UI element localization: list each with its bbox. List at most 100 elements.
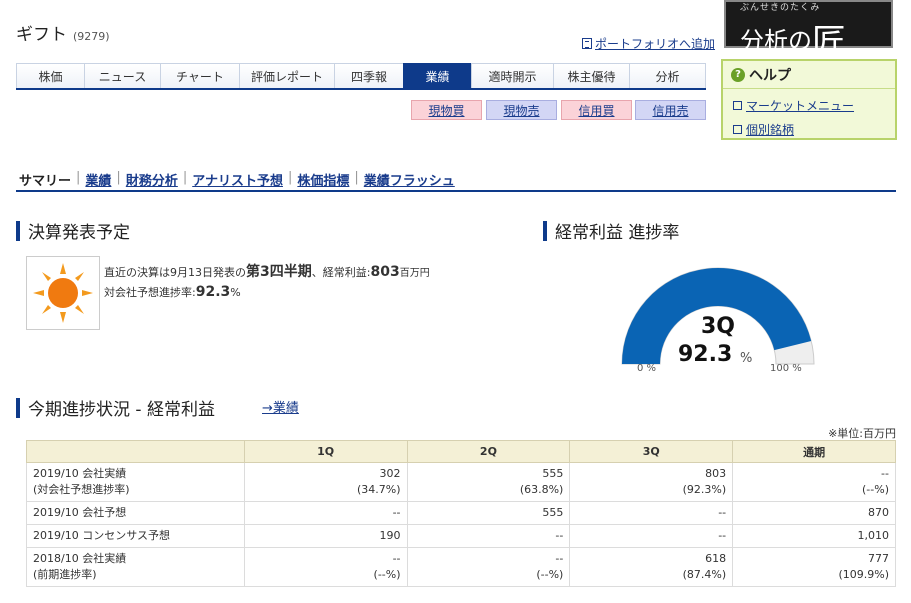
table-cell: -- (569, 501, 734, 525)
cell-rate: (92.3%) (682, 483, 727, 496)
cell-value: -- (555, 552, 564, 565)
row-label-main: 2019/10 コンセンサス予想 (33, 529, 170, 542)
table-cell: 1,010 (732, 524, 896, 548)
table-cell: 777 (109.9%) (732, 547, 896, 587)
row-label-main: 2018/10 会社実績 (33, 552, 127, 565)
table-row: 2018/10 会社実績 (前期進捗率) -- (--%) -- (--%) 618 (87.… (26, 547, 896, 587)
tab-chart[interactable]: チャート (160, 63, 239, 88)
tab-results[interactable]: 業績 (403, 63, 471, 88)
tab-shareholder-benefits[interactable]: 株主優待 (553, 63, 629, 88)
tab-news[interactable]: ニュース (84, 63, 160, 88)
table-cell: 555 (63.8%) (406, 462, 571, 502)
cell-rate: (34.7%) (357, 483, 401, 496)
heading-bar (16, 220, 20, 241)
table-header (26, 440, 245, 463)
row-label-sub: (対会社予想進捗率) (33, 483, 130, 496)
progress-table: 1Q 2Q 3Q 通期 2019/10 会社実績 (対会社予想進捗率) 302 (34… (26, 440, 896, 587)
row-label: 2019/10 会社予想 (26, 501, 245, 525)
help-title: ヘルプ (749, 67, 791, 84)
table-cell: -- (243, 501, 408, 525)
cell-rate: (87.4%) (682, 568, 727, 581)
announce-prefix: 直近の決算は9月13日発表の (104, 266, 246, 279)
progress-heading-text: 経常利益 進捗率 (555, 223, 680, 243)
question-icon: ? (731, 67, 745, 82)
logo-text: 分析の (740, 27, 812, 55)
help-link-label: 個別銘柄 (746, 123, 795, 137)
table-header-row: 1Q 2Q 3Q 通期 (26, 440, 896, 463)
table-row: 2019/10 会社予想 -- 555 -- 870 (26, 501, 896, 525)
add-portfolio-link[interactable]: ポートフォリオへ追加 (582, 35, 715, 52)
table-cell: 618 (87.4%) (569, 547, 734, 587)
row-label: 2019/10 会社実績 (対会社予想進捗率) (26, 462, 245, 502)
row-label: 2019/10 コンセンサス予想 (26, 524, 245, 548)
announce-period: 第3四半期 (246, 264, 312, 280)
tab-disclosure[interactable]: 適時開示 (471, 63, 553, 88)
add-portfolio-label: ポートフォリオへ追加 (595, 37, 716, 51)
table-cell: 302 (34.7%) (243, 462, 408, 502)
subnav-stock-indicators[interactable]: 株価指標 (292, 170, 354, 190)
unit-note: ※単位:百万円 (828, 427, 896, 440)
gauge-quarter: 3Q (700, 314, 735, 339)
cell-value: -- (392, 552, 401, 565)
portfolio-icon (582, 38, 592, 49)
cell-value: 618 (705, 552, 727, 565)
cell-value: -- (881, 467, 889, 480)
subnav-analyst-forecast[interactable]: アナリスト予想 (187, 170, 288, 190)
subnav-summary[interactable]: サマリー (16, 170, 76, 190)
progress-heading: 経常利益 進捗率 (543, 218, 679, 243)
help-box: ? ヘルプ マーケットメニュー 個別銘柄 (721, 59, 897, 140)
announce-rate-line: 対会社予想進捗率:92.3% (104, 284, 241, 300)
progress-gauge: 3Q 92.3 % 0 % 100 % (620, 262, 816, 378)
table-header: 1Q (243, 440, 408, 463)
cell-rate: (109.9%) (838, 568, 889, 581)
table-header: 2Q (406, 440, 571, 463)
announce-rate-unit: % (230, 286, 241, 299)
tab-shikiho[interactable]: 四季報 (334, 63, 403, 88)
window-icon (733, 125, 742, 134)
cell-value: 302 (379, 467, 401, 480)
cell-value: -- (718, 506, 727, 519)
cell-rate: (--%) (373, 568, 401, 581)
window-icon (733, 101, 742, 110)
main-tabs: 株価 ニュース チャート 評価レポート 四季報 業績 適時開示 株主優待 分析 (16, 63, 706, 90)
cell-value: 870 (868, 506, 889, 519)
announce-mid: 、経常利益: (311, 266, 371, 279)
cell-rate: (--%) (862, 483, 889, 496)
stock-code: (9279) (73, 30, 110, 43)
stock-title: ギフト (9279) (16, 20, 110, 45)
heading-bar (543, 220, 547, 241)
cell-value: -- (392, 506, 401, 519)
gauge-max-label: 100 % (770, 363, 802, 374)
announce-rate-value: 92.3 (195, 284, 231, 300)
subnav-results-flash[interactable]: 業績フラッシュ (359, 170, 460, 190)
gauge-min-label: 0 % (637, 363, 657, 374)
table-cell: -- (--%) (243, 547, 408, 587)
bunseki-takumi-logo[interactable]: ぶんせきのたくみ 分析の匠 (724, 0, 893, 62)
tab-rating-report[interactable]: 評価レポート (239, 63, 334, 88)
row-label-sub: (前期進捗率) (33, 568, 97, 581)
help-link-market-menu[interactable]: マーケットメニュー (723, 97, 895, 114)
row-label: 2018/10 会社実績 (前期進捗率) (26, 547, 245, 587)
help-link-individual-stock[interactable]: 個別銘柄 (723, 121, 895, 138)
cell-value: -- (555, 529, 564, 542)
table-header: 通期 (732, 440, 896, 463)
cell-value: 190 (379, 529, 401, 542)
table-header: 3Q (569, 440, 734, 463)
subnav-financial-analysis[interactable]: 財務分析 (121, 170, 183, 190)
table-cell: 190 (243, 524, 408, 548)
sell-margin-button[interactable]: 信用売 (635, 100, 706, 120)
tab-price[interactable]: 株価 (16, 63, 84, 88)
results-link[interactable]: →業績 (262, 397, 299, 416)
announce-heading: 決算発表予定 (16, 218, 130, 243)
subnav-results[interactable]: 業績 (80, 170, 116, 190)
sell-spot-button[interactable]: 現物売 (486, 100, 557, 120)
status-heading-text: 今期進捗状況 - 経常利益 (28, 400, 215, 420)
buy-margin-button[interactable]: 信用買 (561, 100, 632, 120)
table-cell: -- (--%) (732, 462, 896, 502)
cell-rate: (--%) (536, 568, 564, 581)
row-label-main: 2019/10 会社実績 (33, 467, 127, 480)
cell-value: 555 (542, 506, 564, 519)
tab-analysis[interactable]: 分析 (629, 63, 706, 88)
buy-spot-button[interactable]: 現物買 (411, 100, 482, 120)
cell-value: 777 (868, 552, 889, 565)
